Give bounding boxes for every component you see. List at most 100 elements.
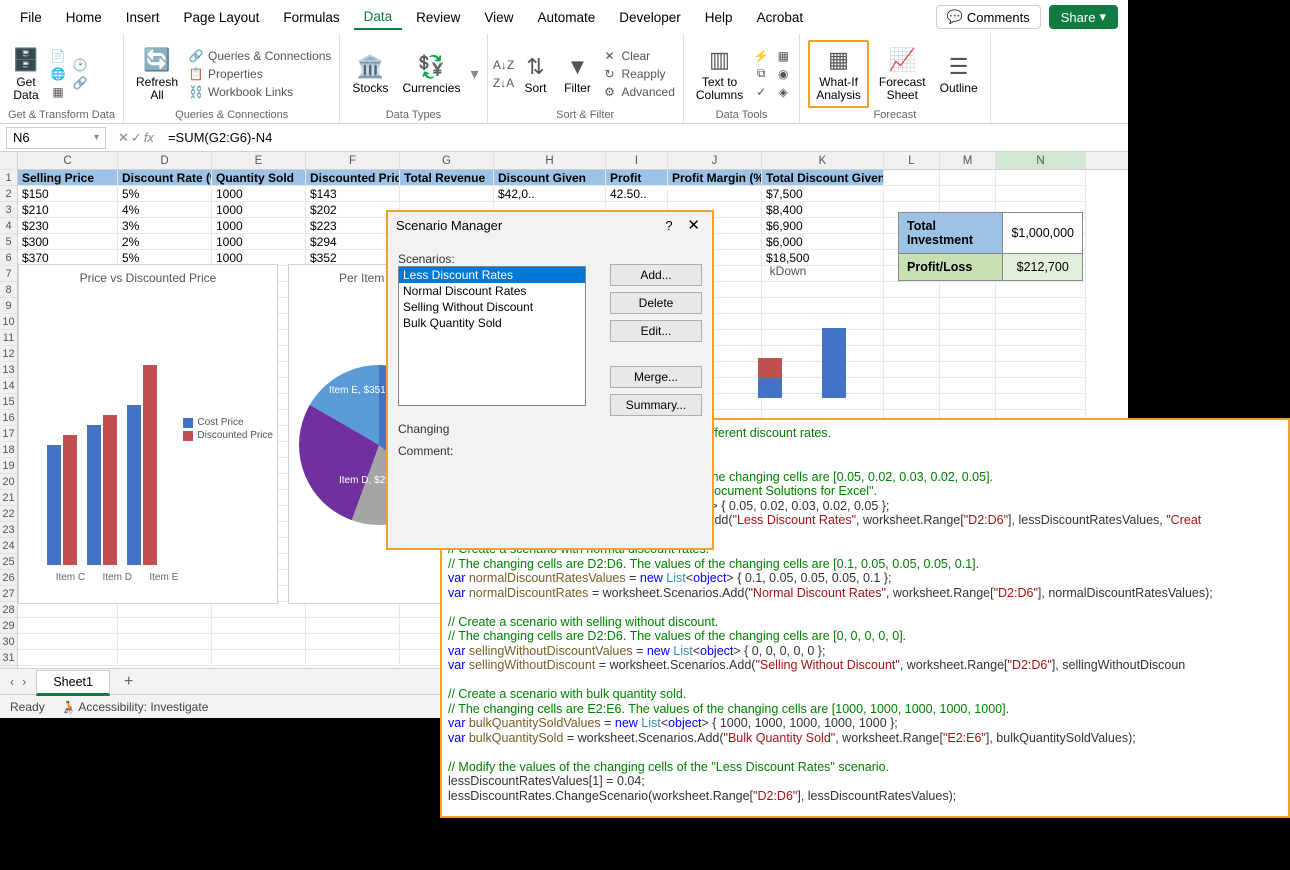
cell[interactable]: $210 [18, 202, 118, 218]
summary-button[interactable]: Summary... [610, 394, 702, 416]
chevron-down-icon[interactable]: ▾ [470, 64, 478, 84]
row-header-16[interactable]: 16 [0, 410, 17, 426]
cell[interactable]: 2% [118, 234, 212, 250]
cell[interactable] [18, 634, 118, 650]
col-header-G[interactable]: G [400, 152, 494, 169]
cell[interactable] [306, 602, 400, 618]
cell[interactable]: 4% [118, 202, 212, 218]
header-cell[interactable]: Quantity Sold [212, 170, 306, 186]
cell[interactable] [306, 650, 400, 666]
add-button[interactable]: Add... [610, 264, 702, 286]
col-header-M[interactable]: M [940, 152, 996, 169]
header-cell[interactable]: Total Discount Given [762, 170, 884, 186]
cell[interactable] [884, 362, 940, 378]
header-cell[interactable] [884, 170, 940, 186]
col-header-D[interactable]: D [118, 152, 212, 169]
clear-button[interactable]: ✕Clear [602, 47, 675, 65]
cell[interactable] [996, 330, 1086, 346]
row-header-31[interactable]: 31 [0, 650, 17, 666]
cell[interactable] [306, 634, 400, 650]
data-model-button[interactable]: ◈ [775, 83, 791, 101]
menu-developer[interactable]: Developer [609, 6, 691, 29]
cell[interactable] [996, 186, 1086, 202]
row-header-7[interactable]: 7 [0, 266, 17, 282]
cell[interactable] [18, 650, 118, 666]
header-cell[interactable]: Total Revenue [400, 170, 494, 186]
header-cell[interactable]: Discount Given [494, 170, 606, 186]
get-data-button[interactable]: 🗄️Get Data [8, 44, 44, 104]
cell[interactable] [996, 314, 1086, 330]
row-header-13[interactable]: 13 [0, 362, 17, 378]
tab-sheet1[interactable]: Sheet1 [36, 670, 110, 696]
row-header-4[interactable]: 4 [0, 218, 17, 234]
cell[interactable]: 1000 [212, 186, 306, 202]
col-header-E[interactable]: E [212, 152, 306, 169]
cell[interactable] [212, 650, 306, 666]
cell[interactable] [306, 618, 400, 634]
merge-button[interactable]: Merge... [610, 366, 702, 388]
cell[interactable] [884, 298, 940, 314]
header-cell[interactable] [996, 170, 1086, 186]
properties-button[interactable]: 📋Properties [188, 65, 331, 83]
row-header-1[interactable]: 1 [0, 170, 17, 186]
status-accessibility[interactable]: 🧑‍🦽 Accessibility: Investigate [61, 700, 209, 714]
row-header-20[interactable]: 20 [0, 474, 17, 490]
row-header-14[interactable]: 14 [0, 378, 17, 394]
relationships-button[interactable]: ◉ [775, 65, 791, 83]
existing-conn-button[interactable]: 🔗 [72, 74, 88, 92]
cell[interactable]: $300 [18, 234, 118, 250]
cell[interactable] [940, 394, 996, 410]
chart-price-vs-discounted[interactable]: Price vs Discounted Price Item CItem DIt… [18, 264, 278, 604]
row-header-17[interactable]: 17 [0, 426, 17, 442]
cell[interactable]: $7,500 [762, 186, 884, 202]
cell[interactable] [884, 314, 940, 330]
cell[interactable]: $42,0.. [494, 186, 606, 202]
menu-automate[interactable]: Automate [527, 6, 605, 29]
edit-button[interactable]: Edit... [610, 320, 702, 342]
cell[interactable] [118, 634, 212, 650]
header-cell[interactable]: Profit Margin (% [668, 170, 762, 186]
text-to-columns-button[interactable]: ▥Text to Columns [692, 44, 747, 104]
help-button[interactable]: ? [665, 218, 672, 233]
recent-sources-button[interactable]: 🕑 [72, 56, 88, 74]
row-header-12[interactable]: 12 [0, 346, 17, 362]
col-header-F[interactable]: F [306, 152, 400, 169]
cell[interactable] [212, 618, 306, 634]
data-validation-button[interactable]: ✓ [753, 83, 769, 101]
row-header-29[interactable]: 29 [0, 618, 17, 634]
cell[interactable]: 5% [118, 186, 212, 202]
cell[interactable] [18, 618, 118, 634]
col-header-K[interactable]: K [762, 152, 884, 169]
outline-button[interactable]: ☰Outline [936, 50, 982, 97]
row-header-25[interactable]: 25 [0, 554, 17, 570]
row-header-21[interactable]: 21 [0, 490, 17, 506]
col-header-J[interactable]: J [668, 152, 762, 169]
menu-data[interactable]: Data [354, 5, 403, 30]
row-header-3[interactable]: 3 [0, 202, 17, 218]
cell[interactable] [940, 330, 996, 346]
menu-review[interactable]: Review [406, 6, 470, 29]
cell[interactable] [940, 282, 996, 298]
cell[interactable] [996, 394, 1086, 410]
cell[interactable]: 1000 [212, 234, 306, 250]
confirm-icon[interactable]: ✓ [131, 130, 142, 146]
row-header-22[interactable]: 22 [0, 506, 17, 522]
header-cell[interactable]: Profit [606, 170, 668, 186]
cell[interactable] [884, 346, 940, 362]
cell[interactable] [940, 298, 996, 314]
cell[interactable]: $6,900 [762, 218, 884, 234]
scenario-item[interactable]: Less Discount Rates [399, 267, 585, 283]
cell[interactable]: $6,000 [762, 234, 884, 250]
row-header-15[interactable]: 15 [0, 394, 17, 410]
scenario-item[interactable]: Selling Without Discount [399, 299, 585, 315]
row-header-6[interactable]: 6 [0, 250, 17, 266]
cell[interactable] [996, 298, 1086, 314]
reapply-button[interactable]: ↻Reapply [602, 65, 675, 83]
cell[interactable] [118, 650, 212, 666]
share-button[interactable]: Share ▾ [1049, 5, 1118, 29]
menu-page-layout[interactable]: Page Layout [174, 6, 270, 29]
col-header-N[interactable]: N [996, 152, 1086, 169]
cell[interactable] [996, 378, 1086, 394]
stocks-button[interactable]: 🏛️Stocks [348, 50, 392, 97]
row-header-10[interactable]: 10 [0, 314, 17, 330]
